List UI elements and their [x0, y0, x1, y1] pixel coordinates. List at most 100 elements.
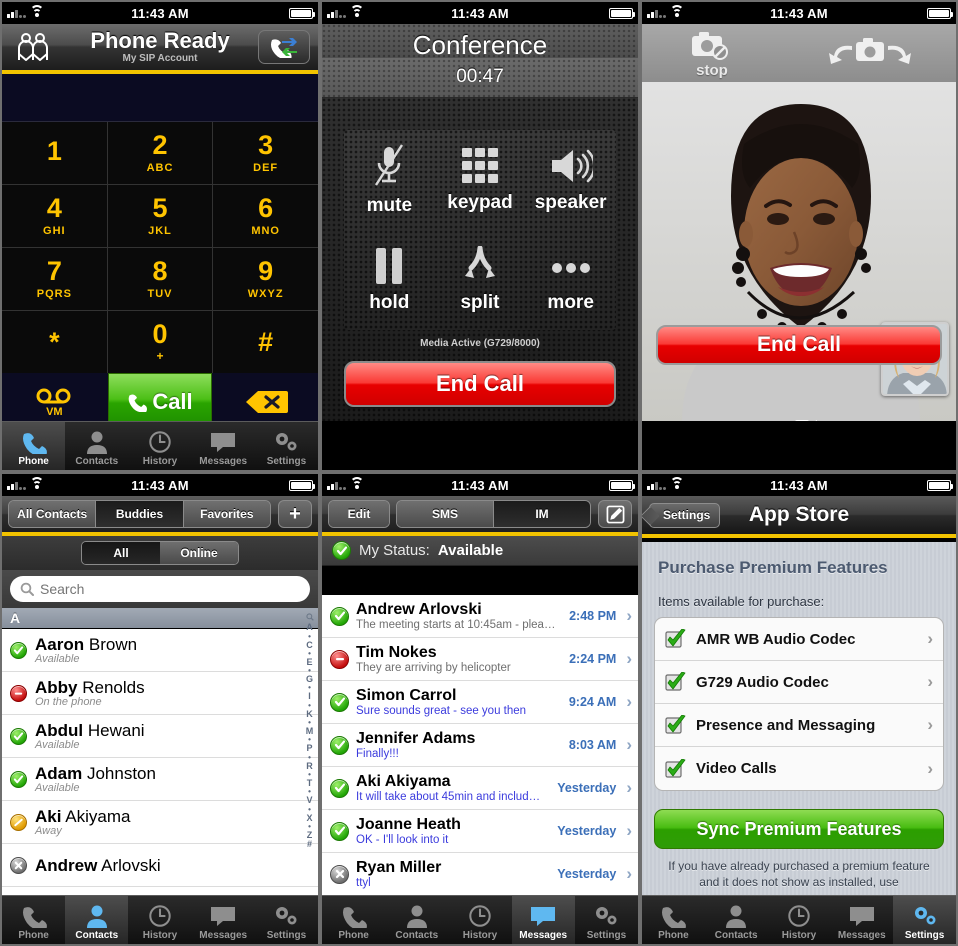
clock-icon: [469, 905, 491, 927]
dialpad-key-9[interactable]: 9 WXYZ: [213, 248, 318, 310]
call-controls-pad: mute keypad speaker hold split more: [344, 130, 616, 330]
segment-sms[interactable]: SMS: [397, 501, 494, 527]
compose-button[interactable]: [598, 500, 632, 528]
tab-label: History: [142, 930, 178, 941]
segment-im[interactable]: IM: [494, 501, 590, 527]
tab-history[interactable]: History: [128, 896, 191, 944]
tab-settings[interactable]: Settings: [575, 896, 638, 944]
message-row[interactable]: Tim Nokes They are arriving by helicopte…: [322, 638, 638, 681]
dialpad-key-2[interactable]: 2 ABC: [107, 122, 213, 184]
video-indicator-bar: [642, 414, 956, 421]
message-row[interactable]: Jennifer Adams Finally!!! 8:03 AM ›: [322, 724, 638, 767]
tab-messages[interactable]: Messages: [830, 896, 893, 944]
message-row[interactable]: Andrew Arlovski The meeting starts at 10…: [322, 595, 638, 638]
dialpad-key-digit: 5: [152, 193, 168, 223]
panel-phone-dialpad: 11:43 AM Phone Ready My SIP Account 1 2 …: [0, 0, 320, 472]
more-button[interactable]: more: [525, 230, 616, 330]
dialpad-key-letters: PQRS: [36, 288, 72, 300]
tab-settings[interactable]: Settings: [255, 422, 318, 470]
phone-handset-icon: [342, 907, 367, 928]
tab-phone[interactable]: Phone: [322, 896, 385, 944]
search-input[interactable]: [40, 581, 300, 597]
mute-button[interactable]: mute: [344, 130, 435, 230]
message-row[interactable]: Ryan Miller ttyl Yesterday ›: [322, 853, 638, 895]
tab-messages[interactable]: Messages: [192, 896, 255, 944]
tab-phone[interactable]: Phone: [2, 896, 65, 944]
index-hash[interactable]: #: [307, 839, 312, 849]
tab-messages[interactable]: Messages: [192, 422, 255, 470]
dialpad-key-hash[interactable]: #: [213, 311, 318, 373]
page-subtitle: My SIP Account: [122, 53, 198, 64]
checkbox-checked-icon: [665, 672, 686, 691]
contact-row[interactable]: Abdul Hewani Available: [2, 715, 318, 758]
dialpad-key-1[interactable]: 1: [2, 122, 107, 184]
message-row[interactable]: Joanne Heath OK - I'll look into it Yest…: [322, 810, 638, 853]
tab-phone[interactable]: Phone: [2, 422, 66, 470]
search-box[interactable]: [10, 576, 310, 602]
tab-settings[interactable]: Settings: [893, 896, 956, 944]
dialpad-key-7[interactable]: 7 PQRS: [2, 248, 107, 310]
stop-video-button[interactable]: stop: [686, 28, 738, 79]
tab-label: Phone: [18, 930, 49, 941]
purchase-item[interactable]: AMR WB Audio Codec ›: [655, 618, 943, 661]
contacts-list[interactable]: Aaron Brown Available Abby Renolds On th…: [2, 629, 318, 895]
switch-camera-button[interactable]: [826, 36, 912, 70]
tab-phone[interactable]: Phone: [642, 896, 705, 944]
message-body: Jennifer Adams Finally!!!: [356, 730, 558, 761]
contact-row[interactable]: Aaron Brown Available: [2, 629, 318, 672]
contact-row[interactable]: Aki Akiyama Away: [2, 801, 318, 844]
dialpad-key-8[interactable]: 8 TUV: [107, 248, 213, 310]
split-button[interactable]: split: [435, 230, 526, 330]
segment-all-contacts[interactable]: All Contacts: [9, 501, 97, 527]
video-stage[interactable]: End Call: [642, 82, 956, 421]
tab-settings[interactable]: Settings: [255, 896, 318, 944]
dialpad-key-5[interactable]: 5 JKL: [107, 185, 213, 247]
dialpad-key-3[interactable]: 3 DEF: [213, 122, 318, 184]
edit-button[interactable]: Edit: [329, 501, 389, 527]
end-call-button[interactable]: End Call: [656, 325, 942, 365]
hold-button[interactable]: hold: [344, 230, 435, 330]
contact-row[interactable]: Andrew Arlovski: [2, 844, 318, 887]
purchase-item-label: Video Calls: [696, 760, 777, 777]
keypad-button[interactable]: keypad: [435, 130, 526, 230]
contact-info: Abby Renolds On the phone: [35, 678, 145, 708]
speaker-button[interactable]: speaker: [525, 130, 616, 230]
contact-name: Adam Johnston: [35, 764, 156, 784]
contact-row[interactable]: Adam Johnston Available: [2, 758, 318, 801]
tab-label: Contacts: [395, 930, 439, 941]
dial-display[interactable]: [2, 74, 318, 122]
filter-all[interactable]: All: [82, 542, 160, 564]
my-status-bar[interactable]: My Status: Available: [322, 536, 638, 566]
message-row[interactable]: Aki Akiyama It will take about 45min and…: [322, 767, 638, 810]
presence-available-icon: [332, 541, 351, 560]
message-row[interactable]: Simon Carrol Sure sounds great - see you…: [322, 681, 638, 724]
dialpad-key-4[interactable]: 4 GHI: [2, 185, 107, 247]
segment-buddies[interactable]: Buddies: [96, 501, 184, 527]
add-contact-button[interactable]: +: [278, 500, 312, 528]
purchase-item[interactable]: G729 Audio Codec ›: [655, 661, 943, 704]
dialpad-key-0[interactable]: 0 +: [107, 311, 213, 373]
tab-contacts[interactable]: Contacts: [385, 896, 448, 944]
contact-row[interactable]: Abby Renolds On the phone: [2, 672, 318, 715]
chevron-right-icon: ›: [927, 629, 933, 648]
end-call-button[interactable]: End Call: [344, 361, 616, 407]
tab-contacts[interactable]: Contacts: [705, 896, 768, 944]
contacts-index-bar[interactable]: A • C • E • G • I • K • M • P • R • T • …: [301, 612, 318, 895]
presence-busy-icon: [330, 649, 349, 669]
tab-history[interactable]: History: [448, 896, 511, 944]
tab-contacts[interactable]: Contacts: [65, 896, 129, 944]
tab-contacts[interactable]: Contacts: [65, 422, 128, 470]
segment-favorites[interactable]: Favorites: [183, 501, 270, 527]
purchase-item[interactable]: Presence and Messaging ›: [655, 704, 943, 747]
message-time: Yesterday: [557, 781, 617, 795]
tab-history[interactable]: History: [128, 422, 191, 470]
messages-list[interactable]: Andrew Arlovski The meeting starts at 10…: [322, 595, 638, 895]
tab-history[interactable]: History: [768, 896, 831, 944]
dialpad-key-6[interactable]: 6 MNO: [213, 185, 318, 247]
filter-online[interactable]: Online: [160, 542, 238, 564]
chevron-right-icon: ›: [626, 649, 632, 668]
dialpad-key-star[interactable]: *: [2, 311, 107, 373]
purchase-item[interactable]: Video Calls ›: [655, 747, 943, 790]
sync-premium-features-button[interactable]: Sync Premium Features: [654, 809, 944, 849]
tab-messages[interactable]: Messages: [511, 896, 575, 944]
